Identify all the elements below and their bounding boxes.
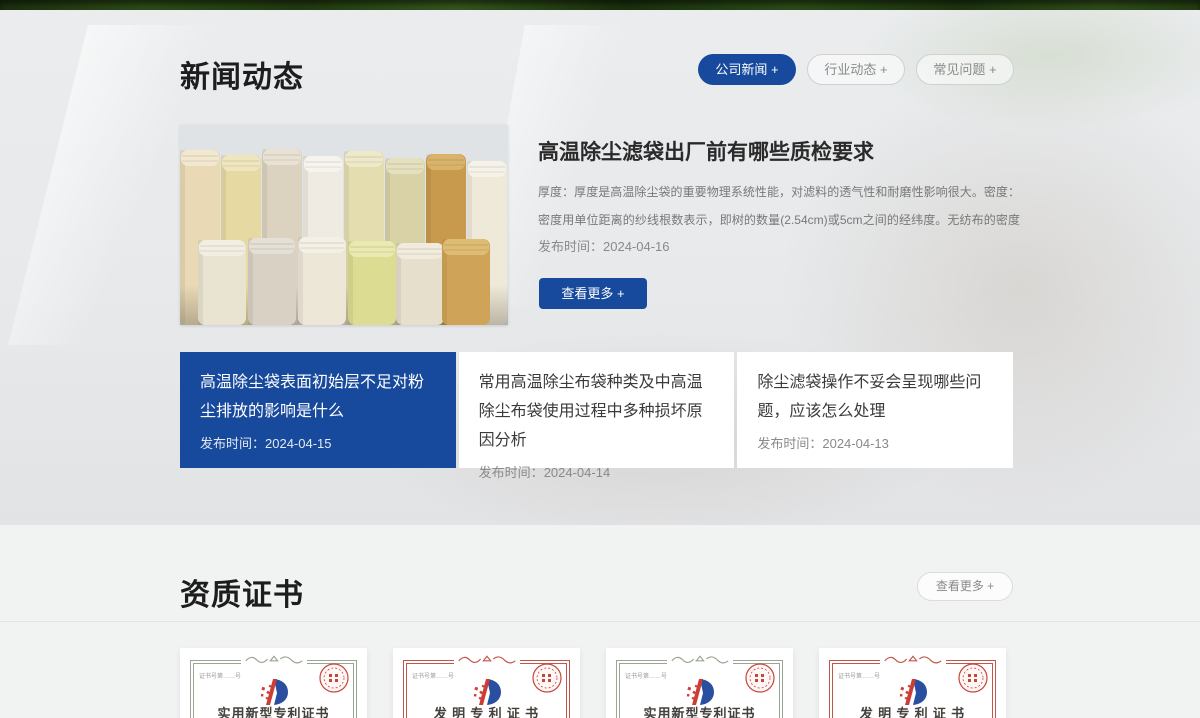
certificates-section: 资质证书 查看更多 + 证书号第……号 实用新型专利证书 证书号第……号 发 明…: [0, 525, 1200, 718]
treetops-image-strip: [0, 0, 1200, 10]
page: 新闻动态 公司新闻 + 行业动态 + 常见问题 + 高温除尘滤袋出厂前有哪些质检…: [0, 0, 1200, 718]
patent-logo-icon: [472, 678, 502, 706]
certificates-section-title: 资质证书: [180, 570, 304, 614]
patent-logo-icon: [259, 678, 289, 706]
patent-logo-icon: [685, 678, 715, 706]
news-card[interactable]: 除尘滤袋操作不妥会呈现哪些问题，应该怎么处理 发布时间：2024-04-13: [737, 352, 1013, 468]
section-divider: [0, 621, 1200, 622]
certificate-card[interactable]: 证书号第……号 发 明 专 利 证 书: [393, 648, 580, 718]
featured-article-date: 发布时间：2024-04-16: [538, 236, 670, 255]
date-value: 2024-04-13: [822, 436, 889, 451]
red-seal-icon: [744, 662, 776, 694]
date-label: 发布时间：: [757, 436, 822, 451]
date-label: 发布时间：: [479, 465, 544, 480]
certificate-number: 证书号第……号: [838, 671, 880, 680]
ornament-icon: [667, 653, 733, 665]
news-card[interactable]: 常用高温除尘布袋种类及中高温除尘布袋使用过程中多种损坏原因分析 发布时间：202…: [459, 352, 735, 468]
certificate-list: 证书号第……号 实用新型专利证书 证书号第……号 发 明 专 利 证 书 证书号…: [180, 648, 1013, 718]
news-card-list: 高温除尘袋表面初始层不足对粉尘排放的影响是什么 发布时间：2024-04-15 …: [180, 352, 1013, 468]
certificates-view-more-button[interactable]: 查看更多 +: [917, 572, 1013, 601]
news-card-title: 高温除尘袋表面初始层不足对粉尘排放的影响是什么: [200, 368, 436, 426]
news-card-date: 发布时间：2024-04-13: [757, 433, 993, 452]
date-value: 2024-04-14: [544, 465, 611, 480]
featured-article-excerpt: 厚度：厚度是高温除尘袋的重要物理系统性能，对滤料的透气性和耐磨性影响很大。密度：…: [538, 178, 1020, 235]
news-card-title: 除尘滤袋操作不妥会呈现哪些问题，应该怎么处理: [757, 368, 993, 426]
certificate-card[interactable]: 证书号第……号 实用新型专利证书: [606, 648, 793, 718]
certificate-number: 证书号第……号: [199, 671, 241, 680]
certificate-number: 证书号第……号: [625, 671, 667, 680]
news-card-date: 发布时间：2024-04-14: [479, 462, 715, 481]
tab-company-news[interactable]: 公司新闻 +: [698, 54, 796, 85]
featured-article-title[interactable]: 高温除尘滤袋出厂前有哪些质检要求: [538, 136, 1016, 166]
ornament-icon: [880, 653, 946, 665]
date-value: 2024-04-16: [603, 239, 670, 254]
ornament-icon: [454, 653, 520, 665]
news-section: 新闻动态 公司新闻 + 行业动态 + 常见问题 + 高温除尘滤袋出厂前有哪些质检…: [0, 10, 1200, 525]
red-seal-icon: [531, 662, 563, 694]
certificate-number: 证书号第……号: [412, 671, 454, 680]
patent-logo-icon: [898, 678, 928, 706]
certificate-title: 实用新型专利证书: [180, 703, 367, 718]
tab-industry-news[interactable]: 行业动态 +: [807, 54, 905, 85]
certificate-card[interactable]: 证书号第……号 发 明 专 利 证 书: [819, 648, 1006, 718]
tab-faq[interactable]: 常见问题 +: [916, 54, 1014, 85]
news-category-tabs: 公司新闻 + 行业动态 + 常见问题 +: [698, 54, 1014, 85]
certificate-card[interactable]: 证书号第……号 实用新型专利证书: [180, 648, 367, 718]
news-section-title: 新闻动态: [180, 52, 304, 96]
dust-filter-bags-illustration: [180, 125, 508, 325]
certificate-title: 发 明 专 利 证 书: [819, 703, 1006, 718]
red-seal-icon: [318, 662, 350, 694]
certificate-title: 发 明 专 利 证 书: [393, 703, 580, 718]
view-more-button[interactable]: 查看更多 +: [539, 278, 647, 309]
ornament-icon: [241, 653, 307, 665]
date-label: 发布时间：: [200, 436, 265, 451]
red-seal-icon: [957, 662, 989, 694]
date-value: 2024-04-15: [265, 436, 332, 451]
certificate-title: 实用新型专利证书: [606, 703, 793, 718]
date-label: 发布时间：: [538, 239, 603, 254]
news-card-date: 发布时间：2024-04-15: [200, 433, 436, 452]
news-card[interactable]: 高温除尘袋表面初始层不足对粉尘排放的影响是什么 发布时间：2024-04-15: [180, 352, 456, 468]
featured-article-image[interactable]: [180, 125, 508, 325]
news-card-title: 常用高温除尘布袋种类及中高温除尘布袋使用过程中多种损坏原因分析: [479, 368, 715, 455]
